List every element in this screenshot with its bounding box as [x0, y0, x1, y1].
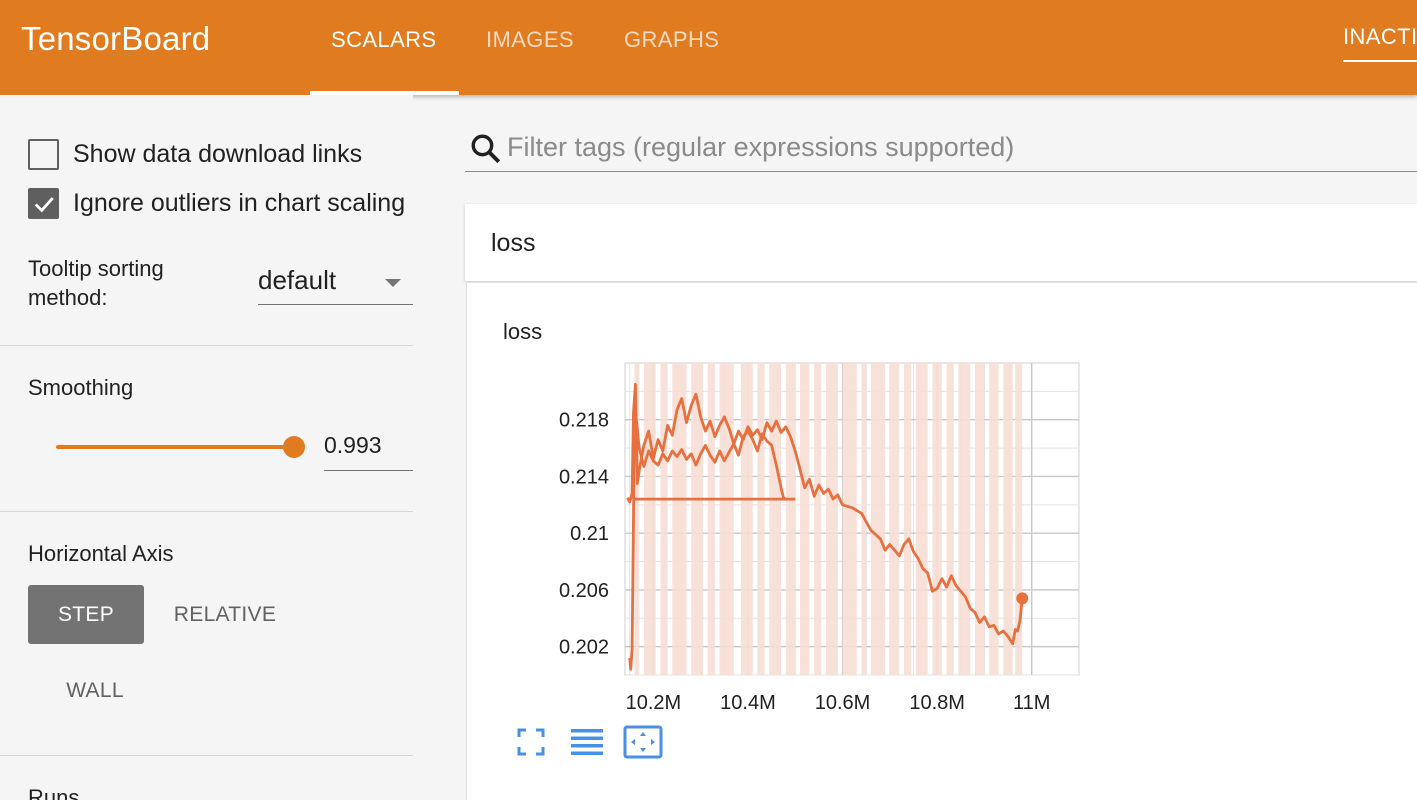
dropdown-arrow-icon — [385, 279, 401, 287]
raw-data-band — [769, 363, 782, 675]
tab-images[interactable]: IMAGES — [486, 27, 574, 53]
tab-graphs[interactable]: GRAPHS — [624, 27, 719, 53]
raw-data-band — [946, 363, 954, 675]
raw-data-band — [785, 363, 796, 675]
raw-data-band — [757, 363, 765, 675]
x-tick-label: 11M — [1013, 692, 1050, 714]
raw-data-band — [842, 363, 857, 675]
y-tick-label: 0.214 — [559, 466, 609, 488]
category-title: loss — [491, 229, 536, 257]
smoothing-slider-thumb[interactable] — [283, 436, 305, 458]
horizontal-axis-title: Horizontal Axis — [28, 541, 174, 566]
tooltip-sorting-select[interactable]: default — [258, 263, 413, 305]
raw-data-band — [814, 363, 822, 675]
smoothing-slider-track[interactable] — [56, 445, 294, 449]
smoothing-value: 0.993 — [324, 432, 382, 458]
raw-data-band — [643, 363, 656, 675]
x-tick-label: 10.4M — [720, 692, 776, 714]
y-tick-label: 0.21 — [570, 523, 609, 545]
axis-step-button[interactable]: STEP — [28, 585, 144, 644]
runs-title: Runs — [28, 785, 80, 800]
app-title: TensorBoard — [21, 20, 211, 57]
divider — [0, 755, 413, 756]
raw-data-band — [719, 363, 734, 675]
y-tick-label: 0.202 — [559, 637, 609, 659]
tab-scalars[interactable]: SCALARS — [331, 27, 437, 53]
raw-data-band — [740, 363, 753, 675]
top-app-bar: TensorBoard SCALARS IMAGES GRAPHS INACTI… — [0, 0, 1417, 95]
show-download-links-label: Show data download links — [73, 140, 363, 168]
sidebar: Show data download links Ignore outliers… — [0, 95, 413, 800]
raw-data-band — [904, 363, 912, 675]
raw-data-band — [660, 363, 668, 675]
divider — [0, 345, 413, 346]
toggle-log-scale-icon[interactable] — [570, 727, 604, 757]
tooltip-sorting-label: Tooltip sorting method: — [28, 256, 164, 310]
raw-data-band — [825, 363, 838, 675]
axis-wall-button[interactable]: WALL — [40, 661, 150, 720]
x-tick-label: 10.2M — [626, 692, 682, 714]
ignore-outliers-label: Ignore outliers in chart scaling — [73, 189, 406, 217]
raw-data-band — [799, 363, 810, 675]
ignore-outliers-row[interactable]: Ignore outliers in chart scaling — [28, 188, 405, 219]
checkmark-icon — [34, 196, 54, 212]
fullscreen-icon[interactable] — [517, 728, 545, 756]
raw-data-band — [958, 363, 971, 675]
raw-data-band — [915, 363, 928, 675]
tag-filter[interactable]: Filter tags (regular expressions support… — [465, 124, 1417, 172]
tooltip-sorting-value: default — [258, 265, 337, 295]
chart-card: loss 0.202 0.206 0.21 0.214 0.218 10.2M 10.4M 1… — [466, 283, 1417, 800]
axis-relative-button[interactable]: RELATIVE — [160, 585, 290, 644]
raw-data-band — [889, 363, 900, 675]
y-tick-label: 0.206 — [559, 580, 609, 602]
fit-domain-icon[interactable] — [623, 725, 663, 759]
loss-chart[interactable]: 0.202 0.206 0.21 0.214 0.218 10.2M 10.4M 10.6M 1… — [467, 283, 1417, 800]
category-header[interactable]: loss — [465, 204, 1417, 281]
inactive-dropdown-underline — [1343, 60, 1417, 62]
divider — [0, 511, 413, 512]
raw-data-band — [691, 363, 704, 675]
raw-data-band — [1003, 363, 1013, 675]
search-icon — [471, 134, 501, 164]
raw-data-bands — [634, 363, 1023, 675]
show-download-links-row[interactable]: Show data download links — [28, 139, 362, 170]
inactive-dropdown[interactable]: INACTIVE — [1343, 24, 1417, 50]
smoothing-title: Smoothing — [28, 375, 134, 400]
raw-data-band — [932, 363, 942, 675]
series-endpoint — [1016, 592, 1029, 605]
raw-data-band — [870, 363, 886, 675]
y-tick-label: 0.218 — [559, 410, 609, 432]
ignore-outliers-checkbox[interactable] — [28, 188, 59, 219]
search-input[interactable]: Filter tags (regular expressions support… — [507, 132, 1014, 163]
show-download-links-checkbox[interactable] — [28, 139, 59, 170]
x-tick-label: 10.6M — [815, 692, 871, 714]
x-tick-label: 10.8M — [909, 692, 965, 714]
raw-data-band — [974, 363, 985, 675]
raw-data-band — [707, 363, 715, 675]
smoothing-input[interactable]: 0.993 — [324, 429, 413, 471]
